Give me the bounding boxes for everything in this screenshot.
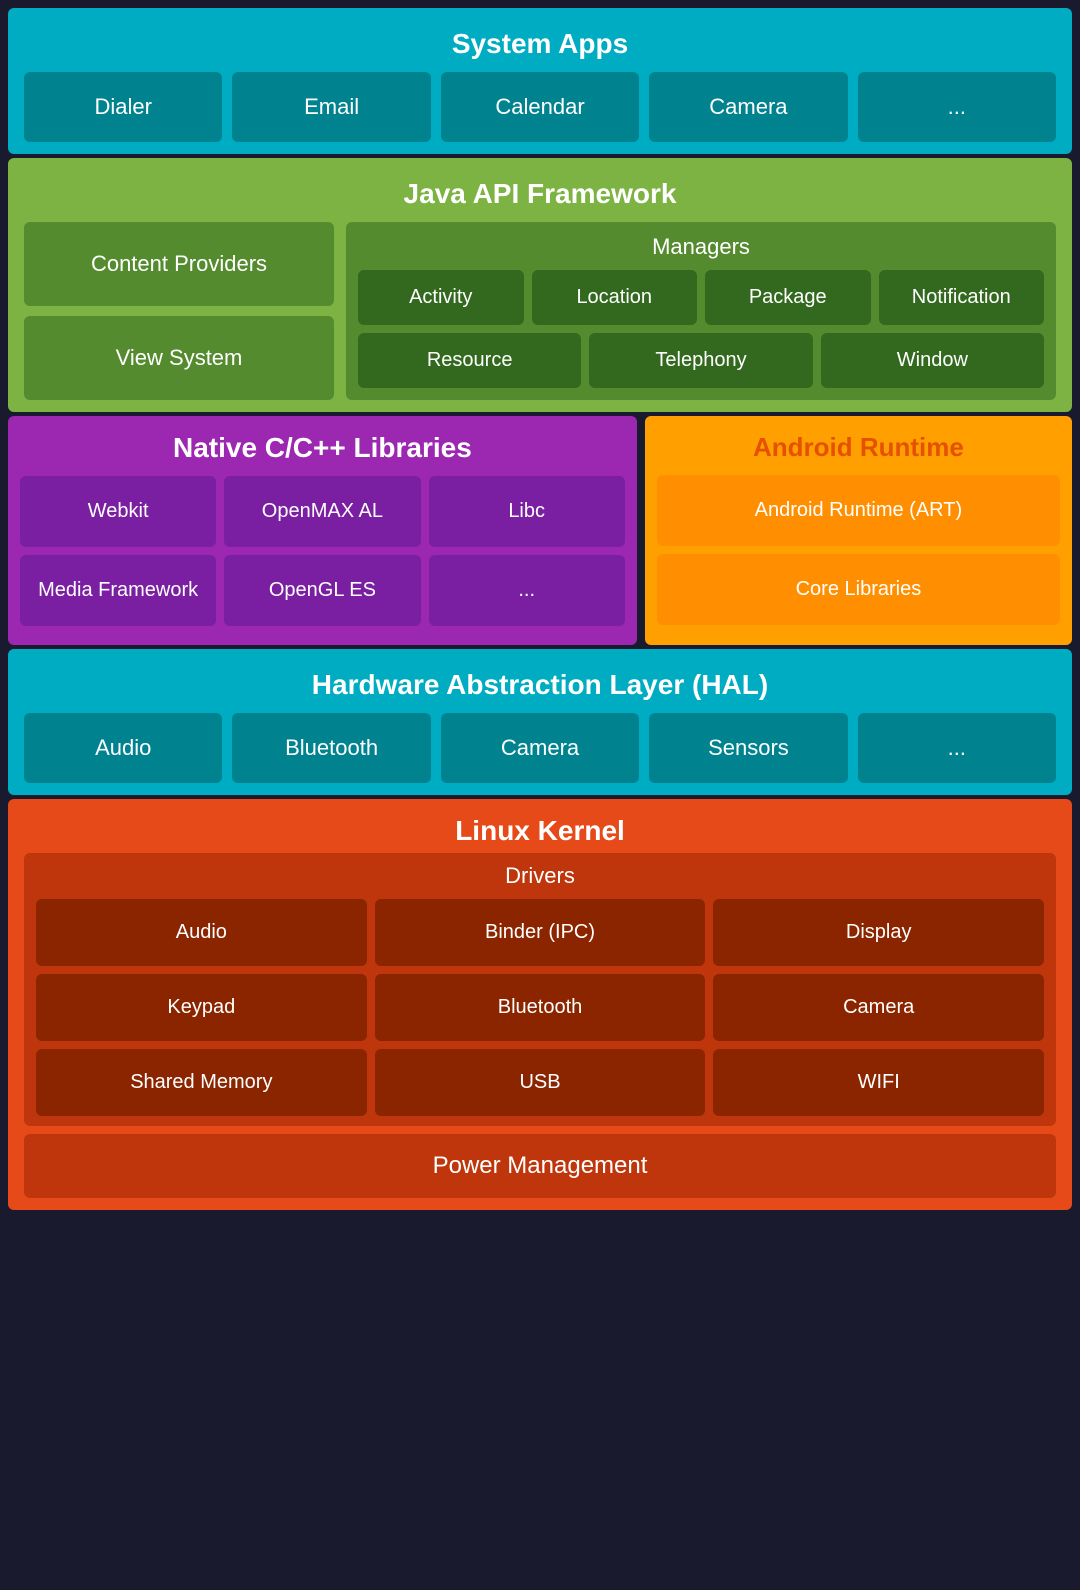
android-runtime-layer: Android Runtime Android Runtime (ART) Co…: [645, 416, 1072, 645]
view-system-card: View System: [24, 316, 334, 400]
manager-telephony: Telephony: [589, 333, 812, 388]
linux-kernel-title: Linux Kernel: [24, 811, 1056, 853]
native-more: ...: [429, 555, 625, 626]
manager-window: Window: [821, 333, 1044, 388]
hal-audio: Audio: [24, 713, 222, 783]
manager-package: Package: [705, 270, 871, 325]
native-media-framework: Media Framework: [20, 555, 216, 626]
drivers-row-1: Audio Binder (IPC) Display: [36, 899, 1044, 966]
app-more: ...: [858, 72, 1056, 142]
java-api-content: Content Providers View System Managers A…: [24, 222, 1056, 400]
managers-row-1: Activity Location Package Notification: [358, 270, 1044, 325]
drivers-title: Drivers: [36, 863, 1044, 889]
hal-sensors: Sensors: [649, 713, 847, 783]
driver-shared-memory: Shared Memory: [36, 1049, 367, 1116]
native-libs-grid: Webkit OpenMAX AL Libc Media Framework O…: [20, 476, 625, 626]
system-apps-grid: Dialer Email Calendar Camera ...: [24, 72, 1056, 142]
manager-activity: Activity: [358, 270, 524, 325]
native-webkit: Webkit: [20, 476, 216, 547]
power-management-card: Power Management: [24, 1134, 1056, 1198]
driver-audio: Audio: [36, 899, 367, 966]
managers-section: Managers Activity Location Package Notif…: [346, 222, 1056, 400]
managers-grid: Activity Location Package Notification R…: [358, 270, 1044, 388]
managers-title: Managers: [358, 234, 1044, 260]
app-calendar: Calendar: [441, 72, 639, 142]
hal-more: ...: [858, 713, 1056, 783]
driver-usb: USB: [375, 1049, 706, 1116]
app-email: Email: [232, 72, 430, 142]
driver-display: Display: [713, 899, 1044, 966]
system-apps-layer: System Apps Dialer Email Calendar Camera…: [8, 8, 1072, 154]
native-openmax: OpenMAX AL: [224, 476, 420, 547]
native-libs-layer: Native C/C++ Libraries Webkit OpenMAX AL…: [8, 416, 637, 645]
managers-row-2: Resource Telephony Window: [358, 333, 1044, 388]
content-providers-card: Content Providers: [24, 222, 334, 306]
driver-bluetooth: Bluetooth: [375, 974, 706, 1041]
java-api-layer: Java API Framework Content Providers Vie…: [8, 158, 1072, 412]
drivers-row-2: Keypad Bluetooth Camera: [36, 974, 1044, 1041]
native-libs-title: Native C/C++ Libraries: [20, 428, 625, 476]
driver-keypad: Keypad: [36, 974, 367, 1041]
drivers-row-3: Shared Memory USB WIFI: [36, 1049, 1044, 1116]
android-runtime-title: Android Runtime: [657, 428, 1060, 475]
native-row-2: Media Framework OpenGL ES ...: [20, 555, 625, 626]
manager-resource: Resource: [358, 333, 581, 388]
hal-layer: Hardware Abstraction Layer (HAL) Audio B…: [8, 649, 1072, 795]
app-dialer: Dialer: [24, 72, 222, 142]
system-apps-title: System Apps: [24, 20, 1056, 72]
java-api-title: Java API Framework: [24, 170, 1056, 222]
app-camera: Camera: [649, 72, 847, 142]
drivers-section: Drivers Audio Binder (IPC) Display Keypa…: [24, 853, 1056, 1126]
hal-title: Hardware Abstraction Layer (HAL): [24, 661, 1056, 713]
driver-binder: Binder (IPC): [375, 899, 706, 966]
runtime-art-card: Android Runtime (ART): [657, 475, 1060, 546]
driver-camera: Camera: [713, 974, 1044, 1041]
linux-kernel-layer: Linux Kernel Drivers Audio Binder (IPC) …: [8, 799, 1072, 1210]
runtime-core-libraries-card: Core Libraries: [657, 554, 1060, 625]
hal-bluetooth: Bluetooth: [232, 713, 430, 783]
native-opengl: OpenGL ES: [224, 555, 420, 626]
native-row-1: Webkit OpenMAX AL Libc: [20, 476, 625, 547]
hal-grid: Audio Bluetooth Camera Sensors ...: [24, 713, 1056, 783]
middle-row: Native C/C++ Libraries Webkit OpenMAX AL…: [8, 416, 1072, 645]
hal-camera: Camera: [441, 713, 639, 783]
drivers-grid: Audio Binder (IPC) Display Keypad Blueto…: [36, 899, 1044, 1116]
manager-location: Location: [532, 270, 698, 325]
java-api-left: Content Providers View System: [24, 222, 334, 400]
driver-wifi: WIFI: [713, 1049, 1044, 1116]
manager-notification: Notification: [879, 270, 1045, 325]
native-libc: Libc: [429, 476, 625, 547]
